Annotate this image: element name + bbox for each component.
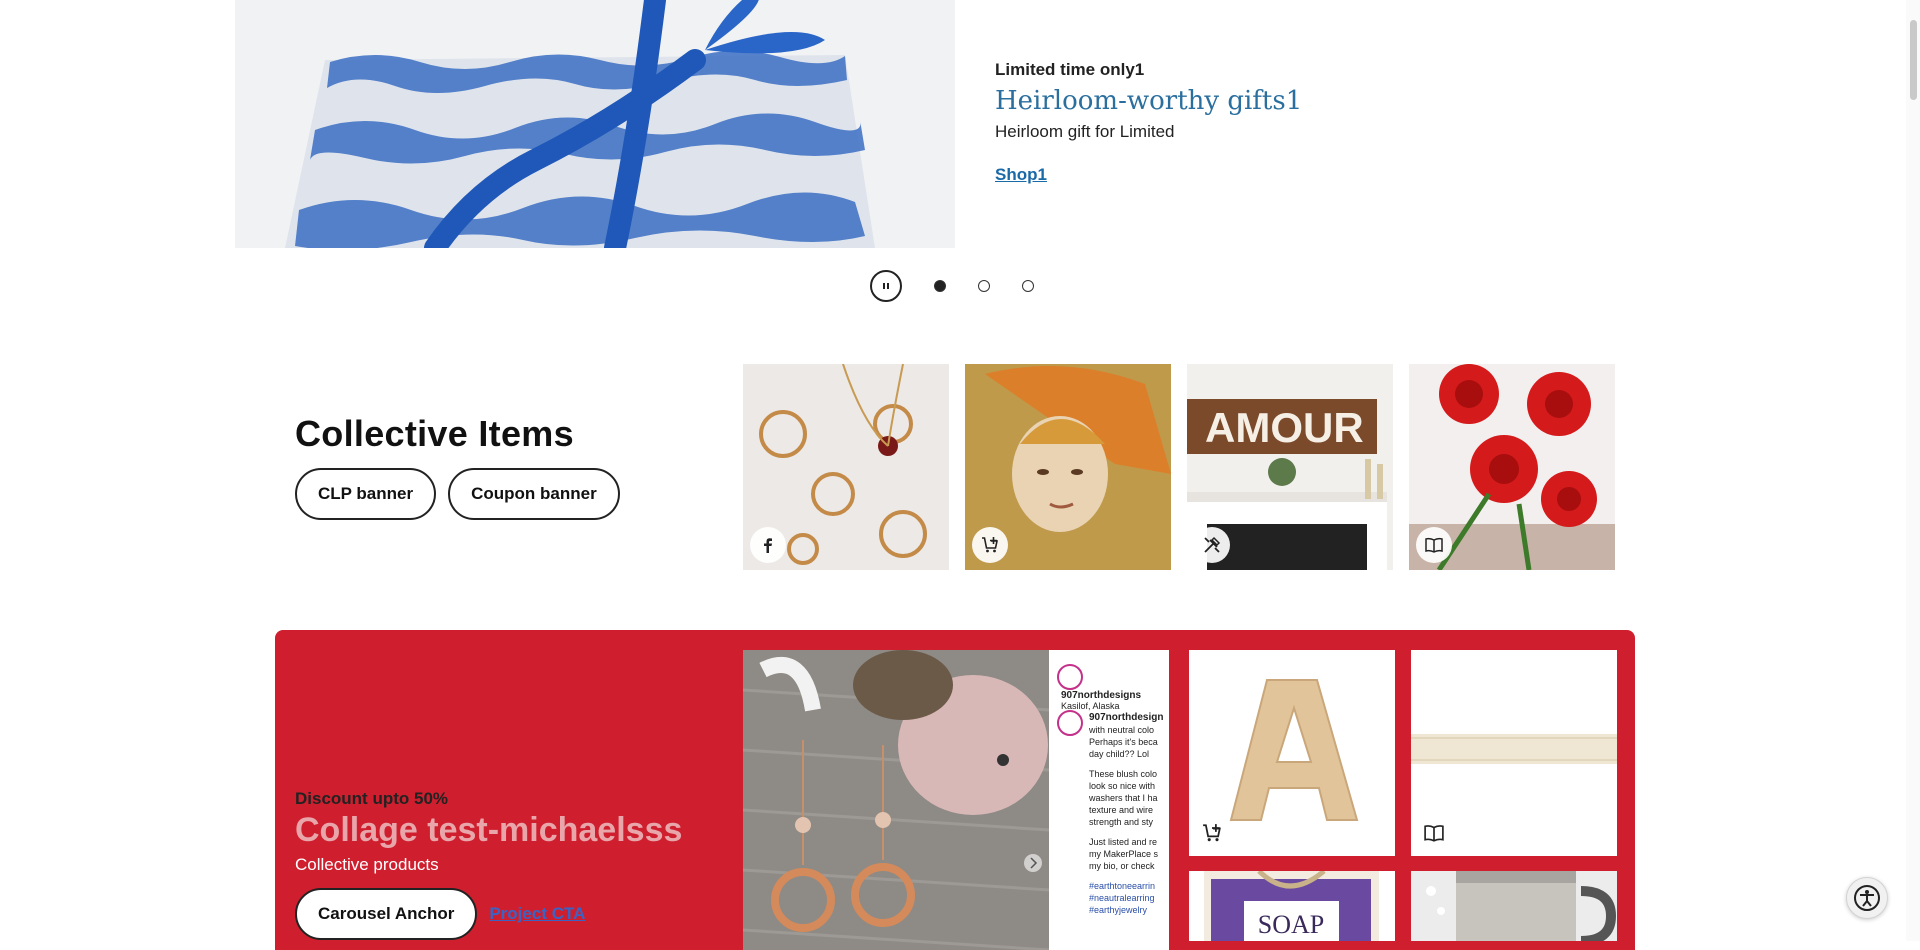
caption-line: look so nice with <box>1089 781 1156 791</box>
instagram-avatar <box>1057 664 1083 690</box>
carousel-pause-button[interactable] <box>870 270 902 302</box>
tools-icon-button[interactable] <box>1194 527 1230 563</box>
caption-line: Just listed and re <box>1089 837 1158 847</box>
soap-label: SOAP <box>1258 910 1324 939</box>
collage-button-row: Carousel Anchor Project CTA <box>295 888 585 940</box>
book-icon-button[interactable] <box>1421 820 1447 846</box>
carousel-dot-1[interactable] <box>934 280 946 292</box>
caption-line: my bio, or check <box>1089 861 1155 871</box>
collective-items-title: Collective Items <box>295 413 574 454</box>
hero-shop-link[interactable]: Shop1 <box>995 165 1047 185</box>
caption-line: Perhaps it's beca <box>1089 737 1158 747</box>
project-cta-link[interactable]: Project CTA <box>489 904 585 924</box>
accessibility-button[interactable] <box>1846 877 1888 919</box>
hero-gift-image <box>235 0 955 248</box>
collective-tile-painting[interactable] <box>965 364 1171 570</box>
product-tile-wood-letter[interactable] <box>1189 650 1395 856</box>
instagram-avatar-2 <box>1057 710 1083 736</box>
clp-banner-button[interactable]: CLP banner <box>295 468 437 520</box>
facebook-icon <box>764 538 772 553</box>
coupon-banner-button[interactable]: Coupon banner <box>448 468 620 520</box>
carousel-anchor-button[interactable]: Carousel Anchor <box>295 888 478 940</box>
hero-description: Heirloom gift for Limited <box>995 122 1175 141</box>
caption-line: These blush colo <box>1089 769 1158 779</box>
caption-line: texture and wire <box>1089 805 1154 815</box>
hashtag[interactable]: #neautralearring <box>1089 892 1163 904</box>
book-icon <box>1424 825 1444 842</box>
caption-line: strength and sty <box>1089 817 1154 827</box>
facebook-icon-button[interactable] <box>750 527 786 563</box>
collage-title: Collage test-michaelsss <box>295 811 683 849</box>
collage-description: Collective products <box>295 855 439 874</box>
carousel-dot-3[interactable] <box>1022 280 1034 292</box>
collective-tile-roses[interactable] <box>1409 364 1615 570</box>
scrollbar-thumb[interactable] <box>1910 20 1917 100</box>
instagram-handle: 907northdesigns <box>1061 690 1142 701</box>
tumbler-image <box>1411 871 1617 941</box>
caption-line: 907northdesign <box>1089 712 1164 723</box>
caption-line: my MakerPlace s <box>1089 849 1159 859</box>
pause-icon <box>883 283 889 289</box>
gift-box-illustration <box>235 0 955 248</box>
collective-pill-row: CLP banner Coupon banner <box>295 468 620 520</box>
product-tile-ribbon[interactable] <box>1411 650 1617 856</box>
hero-title: Heirloom-worthy gifts1 <box>995 86 1303 116</box>
amour-sign-text: AMOUR <box>1205 404 1364 451</box>
collective-tile-amour-sign[interactable]: AMOUR <box>1187 364 1393 570</box>
collective-tile-jewelry[interactable] <box>743 364 949 570</box>
collage-eyebrow: Discount upto 50% <box>295 789 449 808</box>
product-tile-soap[interactable]: SOAP <box>1189 871 1395 941</box>
carousel-dot-2[interactable] <box>978 280 990 292</box>
caption-line: washers that I ha <box>1089 793 1158 803</box>
cart-plus-icon <box>982 537 998 553</box>
instagram-post-card[interactable]: 907northdesigns Kasilof, Alaska 907north… <box>743 650 1169 950</box>
page-scrollbar[interactable] <box>1906 0 1920 941</box>
earrings-photo <box>743 650 1049 950</box>
cart-plus-icon-button[interactable] <box>972 527 1008 563</box>
soap-image: SOAP <box>1189 871 1395 941</box>
book-icon-button[interactable] <box>1416 527 1452 563</box>
cart-plus-icon-button[interactable] <box>1199 820 1225 846</box>
cart-plus-icon <box>1203 824 1221 842</box>
hero-eyebrow: Limited time only1 <box>995 60 1145 79</box>
carousel-controls <box>870 268 1034 304</box>
instagram-caption-panel: 907northdesigns Kasilof, Alaska 907north… <box>1049 650 1169 950</box>
hashtag[interactable]: #earthtoneearrin <box>1089 880 1163 892</box>
hashtag[interactable]: #earthyjewelry <box>1089 904 1163 916</box>
caption-line: with neutral colo <box>1089 725 1155 735</box>
book-icon <box>1425 537 1443 553</box>
product-tile-tumbler[interactable] <box>1411 871 1617 941</box>
accessibility-icon <box>1854 885 1880 911</box>
caption-line: day child?? Lol <box>1089 749 1150 759</box>
tools-icon <box>1204 536 1221 553</box>
